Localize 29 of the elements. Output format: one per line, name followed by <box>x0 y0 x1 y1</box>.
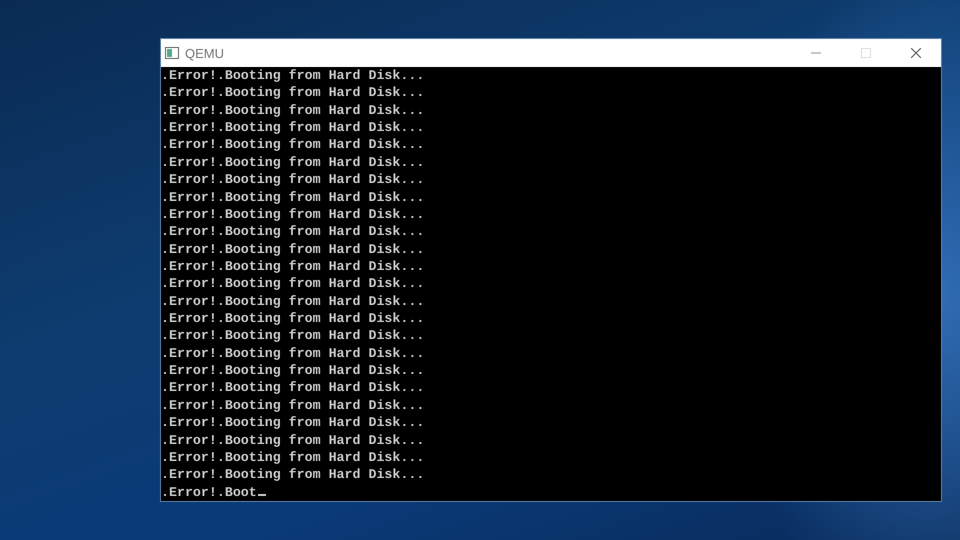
console-line: .Error!.Booting from Hard Disk... <box>161 344 424 362</box>
console-line: .Error!.Booting from Hard Disk... <box>161 154 424 172</box>
console-line: .Error!.Booting from Hard Disk... <box>161 119 424 136</box>
console-line: .Error!.Booting from Hard Disk... <box>161 414 424 432</box>
console-line: .Error!.Booting from Hard Disk... <box>161 188 424 206</box>
console-line: .Error!.Booting from Hard Disk... <box>161 102 424 120</box>
console-line: .Error!.Booting from Hard Disk... <box>161 327 424 345</box>
close-icon <box>911 48 921 58</box>
console-line: .Error!.Booting from Hard Disk... <box>161 136 424 154</box>
console-line: .Error!.Booting from Hard Disk... <box>161 448 424 466</box>
console-line: .Error!.Booting from Hard Disk... <box>161 84 424 102</box>
window-app-icon <box>165 47 179 59</box>
console-line: .Error!.Booting from Hard Disk... <box>161 67 424 84</box>
console-line: .Error!.Booting from Hard Disk... <box>161 310 424 328</box>
console-line: .Error!.Booting from Hard Disk... <box>161 379 424 397</box>
console-line: .Error!.Booting from Hard Disk... <box>161 396 424 414</box>
console-line: .Error!.Booting from Hard Disk... <box>161 275 424 293</box>
console-line: .Error!.Booting from Hard Disk... <box>161 466 424 484</box>
console-line: .Error!.Booting from Hard Disk... <box>161 171 424 189</box>
console-line: .Error!.Booting from Hard Disk... <box>161 362 424 380</box>
console-line: .Error!.Booting from Hard Disk... <box>161 240 424 258</box>
console-line: .Error!.Booting from Hard Disk... <box>161 223 424 241</box>
console-line: .Error!.Booting from Hard Disk... <box>161 432 424 449</box>
console-line: .Error!.Booting from Hard Disk... <box>161 258 424 276</box>
maximize-icon <box>861 48 871 58</box>
console-line: .Error!.Boot <box>161 484 257 501</box>
window-title: QEMU <box>185 46 225 60</box>
console-line: .Error!.Booting from Hard Disk... <box>161 206 424 224</box>
console-line: .Error!.Booting from Hard Disk... <box>161 292 424 310</box>
